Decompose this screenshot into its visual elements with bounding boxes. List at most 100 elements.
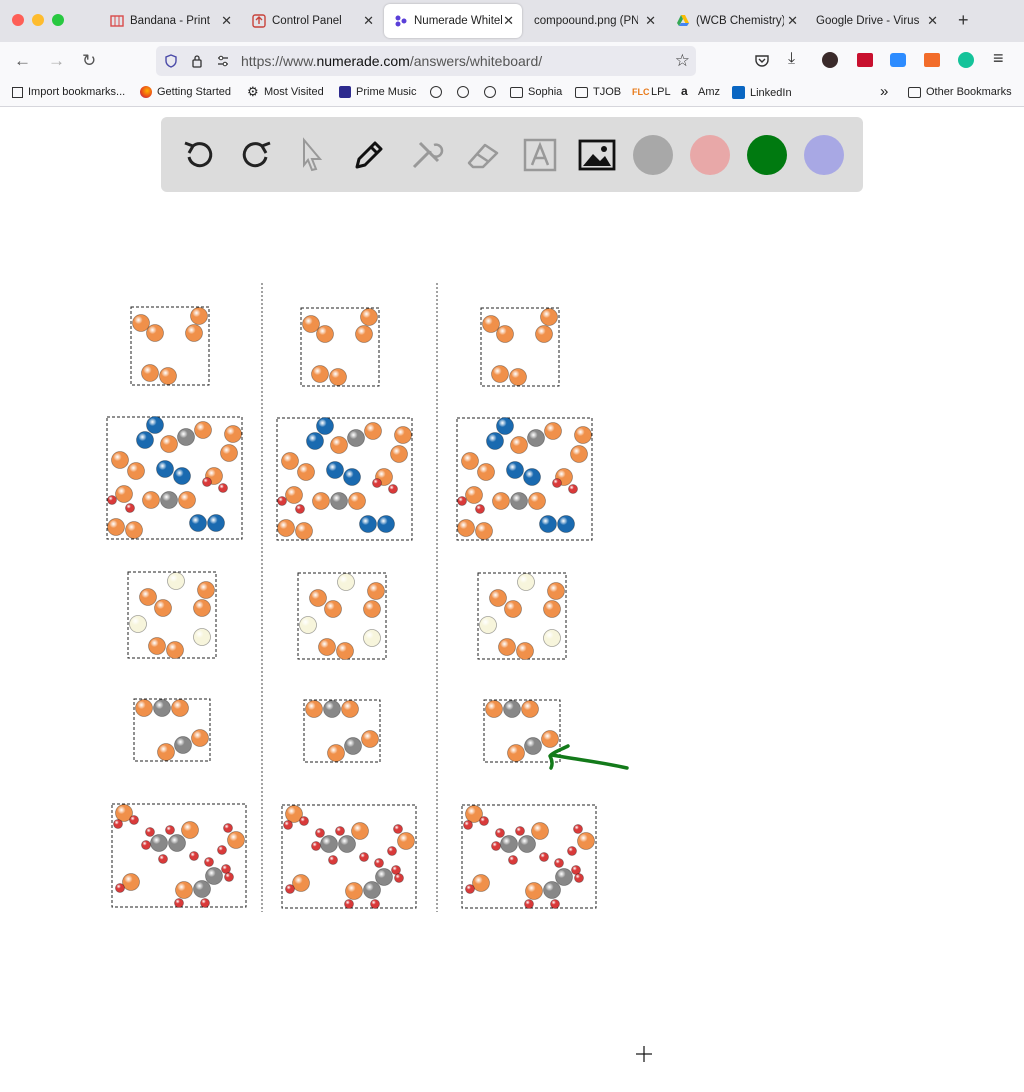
- atom: [363, 600, 381, 618]
- profile-avatar-icon[interactable]: [822, 52, 838, 68]
- atom: [218, 483, 228, 493]
- bookmark-label: Most Visited: [264, 86, 324, 98]
- atom: [154, 599, 172, 617]
- close-tab-icon[interactable]: ✕: [927, 13, 938, 29]
- atom: [129, 615, 147, 633]
- atom: [227, 831, 245, 849]
- tab-label: Numerade Whiteb: [414, 15, 502, 27]
- atom: [194, 421, 212, 439]
- tab-numerade[interactable]: Numerade Whiteb ✕: [384, 4, 522, 38]
- tab-wcb-chemistry[interactable]: (WCB Chemistry) ✕: [666, 4, 806, 38]
- menu-icon[interactable]: ≡: [993, 48, 1004, 69]
- atom: [508, 855, 518, 865]
- atom: [323, 700, 341, 718]
- atom: [552, 478, 562, 488]
- whiteboard-canvas[interactable]: [0, 106, 1024, 1092]
- atom: [472, 874, 490, 892]
- atom: [515, 826, 525, 836]
- bookmark-amz[interactable]: a Amz: [681, 84, 720, 98]
- atom: [555, 868, 573, 886]
- bookmark-most-visited[interactable]: ⚙ Most Visited: [247, 85, 324, 98]
- atom: [496, 417, 514, 435]
- lock-icon[interactable]: [190, 54, 204, 68]
- tab-google-drive[interactable]: Google Drive - Virus ✕: [806, 4, 946, 38]
- bookmark-lpl[interactable]: FLC LPL: [632, 86, 671, 98]
- atom: [330, 436, 348, 454]
- close-tab-icon[interactable]: ✕: [221, 13, 232, 29]
- new-tab-button[interactable]: +: [958, 10, 969, 31]
- atom: [517, 573, 535, 591]
- bookmark-globe-2[interactable]: [457, 86, 474, 98]
- atom: [330, 492, 348, 510]
- maximize-window-button[interactable]: [52, 14, 64, 26]
- tab-control-panel[interactable]: Control Panel ✕: [242, 4, 382, 38]
- url-text[interactable]: https://www.numerade.com/answers/whitebo…: [241, 53, 542, 69]
- more-bookmarks-chevron-icon[interactable]: »: [880, 83, 888, 100]
- zoom-extension-icon[interactable]: [890, 53, 906, 67]
- atom: [397, 832, 415, 850]
- atom: [285, 486, 303, 504]
- grammarly-icon[interactable]: [958, 52, 974, 68]
- bookmark-prime-music[interactable]: Prime Music: [339, 86, 417, 98]
- bookmark-linkedin[interactable]: LinkedIn: [732, 86, 792, 99]
- tab-label: Google Drive - Virus: [816, 15, 920, 27]
- atom: [351, 822, 369, 840]
- atom: [363, 629, 381, 647]
- atom: [328, 855, 338, 865]
- navigation-bar: ← → ↻ https://www.numerade.com/answers/w…: [0, 42, 1024, 80]
- atom: [393, 824, 403, 834]
- bookmark-star-icon[interactable]: ☆: [675, 51, 690, 71]
- permissions-icon[interactable]: [216, 54, 230, 68]
- atom: [345, 882, 363, 900]
- other-bookmarks[interactable]: Other Bookmarks: [908, 86, 1012, 98]
- atom: [496, 325, 514, 343]
- close-tab-icon[interactable]: ✕: [645, 13, 656, 29]
- bookmark-sophia[interactable]: Sophia: [510, 86, 562, 98]
- tab-bandana[interactable]: Bandana - Print ✕: [100, 4, 240, 38]
- atom: [574, 426, 592, 444]
- tab-label: Control Panel: [272, 15, 342, 27]
- extension-red-icon[interactable]: [857, 53, 873, 67]
- bookmark-tjob[interactable]: TJOB: [575, 86, 621, 98]
- atom: [160, 491, 178, 509]
- url-bar[interactable]: https://www.numerade.com/answers/whitebo…: [156, 46, 696, 76]
- tab-compound-png[interactable]: compoound.png (PNG ✕: [524, 4, 664, 38]
- honey-extension-icon[interactable]: [924, 53, 940, 67]
- bookmark-globe-1[interactable]: [430, 86, 447, 98]
- atom: [318, 638, 336, 656]
- atom: [503, 700, 521, 718]
- atom: [207, 514, 225, 532]
- close-tab-icon[interactable]: ✕: [503, 13, 514, 29]
- atom: [475, 504, 485, 514]
- atom: [327, 744, 345, 762]
- molecule-box: [456, 417, 593, 541]
- download-icon[interactable]: ⤓: [788, 50, 795, 68]
- atom: [465, 486, 483, 504]
- atom: [543, 881, 561, 899]
- bookmark-import[interactable]: Import bookmarks...: [12, 86, 125, 98]
- bookmark-getting-started[interactable]: Getting Started: [140, 86, 231, 98]
- atom: [360, 308, 378, 326]
- close-tab-icon[interactable]: ✕: [363, 13, 374, 29]
- amazon-icon: a: [681, 84, 688, 98]
- atom: [295, 522, 313, 540]
- atom: [202, 477, 212, 487]
- close-window-button[interactable]: [12, 14, 24, 26]
- atom: [193, 628, 211, 646]
- back-arrow-icon[interactable]: ←: [14, 51, 31, 71]
- forward-arrow-icon[interactable]: →: [48, 51, 65, 71]
- atom: [518, 835, 536, 853]
- molecule-drawings: [106, 283, 597, 912]
- atom: [557, 515, 575, 533]
- bookmark-globe-3[interactable]: [484, 86, 501, 98]
- shield-icon[interactable]: [164, 54, 178, 68]
- reload-icon[interactable]: ↻: [82, 51, 96, 71]
- molecule-box: [133, 698, 211, 762]
- pocket-icon[interactable]: [754, 54, 770, 68]
- molecule-box: [127, 571, 217, 659]
- atom: [544, 422, 562, 440]
- molecule-box: [300, 307, 380, 387]
- atom: [491, 365, 509, 383]
- minimize-window-button[interactable]: [32, 14, 44, 26]
- close-tab-icon[interactable]: ✕: [787, 13, 798, 29]
